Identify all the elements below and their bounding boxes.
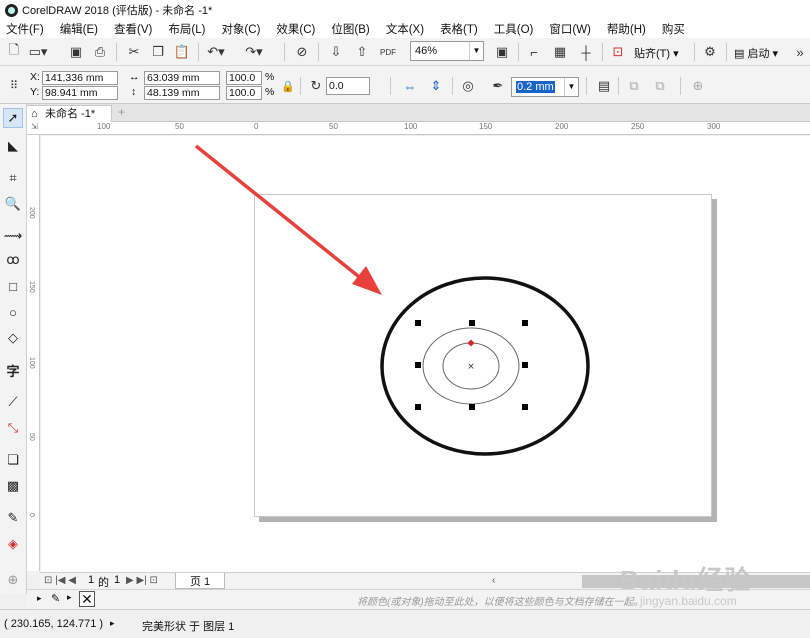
outer-ellipse[interactable] bbox=[380, 276, 590, 456]
eyedropper-icon[interactable]: ✎ bbox=[51, 592, 60, 605]
selection-handle bbox=[415, 320, 421, 326]
no-color-swatch[interactable]: ✕ bbox=[79, 591, 95, 607]
baidu-watermark: Baidu经验 jingyan.baidu.com bbox=[612, 560, 802, 610]
palette-options-icon[interactable]: ▸ bbox=[37, 593, 42, 604]
total-pages: 1 bbox=[114, 574, 121, 586]
watermark-url: jingyan.baidu.com bbox=[640, 594, 737, 608]
status-expand-icon[interactable]: ▸ bbox=[110, 618, 115, 629]
selection-handle bbox=[469, 404, 475, 410]
status-bar: ( 230.165, 124.771 ) ▸ 完美形状 于 图层 1 bbox=[0, 609, 810, 638]
scroll-left-icon[interactable]: ‹ bbox=[492, 575, 495, 586]
selection-handle bbox=[522, 362, 528, 368]
selection-handle bbox=[522, 404, 528, 410]
current-page: 1 bbox=[88, 574, 95, 586]
first-page-icon[interactable]: ⊡ |◀ ◀ bbox=[44, 575, 76, 586]
watermark-text: Baidu经验 bbox=[620, 565, 752, 595]
selection-handle bbox=[522, 320, 528, 326]
page-of-label: 的 bbox=[98, 577, 109, 589]
palette-hint-text: 将颜色(或对象)拖动至此处，以便将这些颜色与文档存储在一起。 bbox=[357, 597, 644, 608]
annotation-arrow-shaft bbox=[194, 144, 370, 286]
center-mark: × bbox=[467, 362, 475, 372]
selection-handle bbox=[415, 362, 421, 368]
selection-handle bbox=[469, 320, 475, 326]
selection-handle bbox=[415, 404, 421, 410]
drawing-overlay: × bbox=[194, 144, 590, 456]
next-page-icon[interactable]: ▶ ▶| ⊡ bbox=[126, 575, 158, 586]
annotation-arrow-head bbox=[352, 266, 382, 295]
object-info: 完美形状 于 图层 1 bbox=[142, 621, 235, 633]
start-node[interactable] bbox=[467, 339, 475, 347]
page-tab[interactable]: 页 1 bbox=[175, 573, 226, 589]
cursor-coordinates: ( 230.165, 124.771 ) bbox=[4, 618, 104, 630]
palette-menu-icon[interactable]: ▸ bbox=[67, 592, 72, 603]
